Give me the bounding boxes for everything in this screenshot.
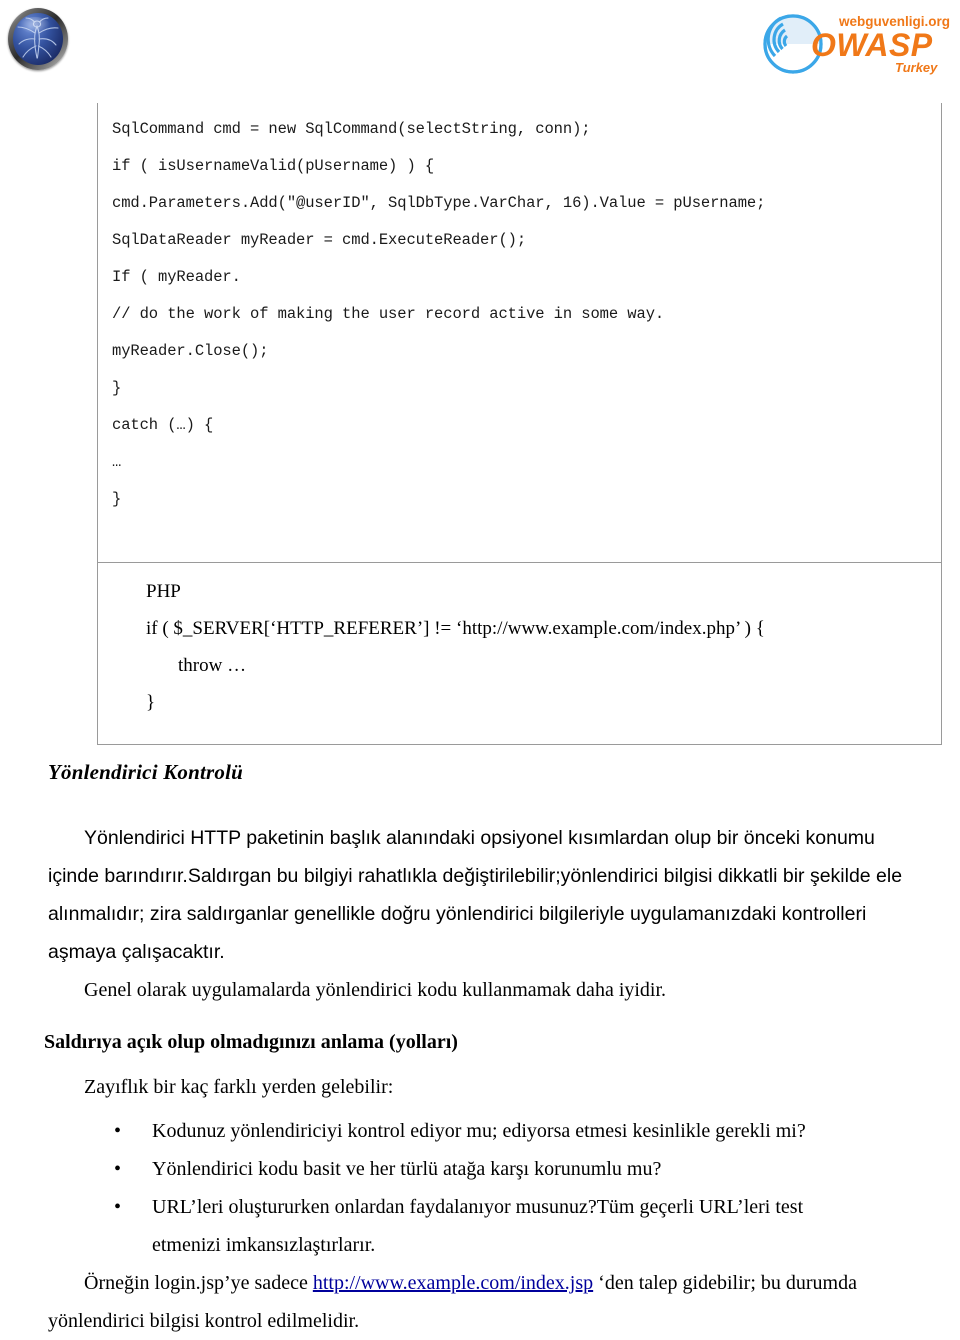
intro-paragraph: Yönlendirici HTTP paketinin başlık alanı…: [0, 819, 960, 971]
code-line: // do the work of making the user record…: [112, 305, 665, 323]
vulnerability-checklist: • Kodunuz yönlendiriciyi kontrol ediyor …: [0, 1112, 960, 1264]
bullet-icon: •: [114, 1158, 122, 1180]
page-title: Yönlendirici Kontrolü: [48, 760, 243, 784]
owasp-globe-logo: [8, 8, 68, 70]
code-line: myReader.Close();: [112, 342, 269, 360]
php-line-close: }: [146, 692, 156, 713]
list-item-label: Yönlendirici kodu basit ve her türlü ata…: [152, 1158, 662, 1180]
list-item-continuation: etmenizi imkansızlaştırlarır.: [108, 1226, 908, 1264]
brand-sub-text: Turkey: [895, 60, 938, 75]
example-url-link[interactable]: http://www.example.com/index.jsp: [313, 1272, 593, 1294]
code-line: }: [112, 379, 122, 397]
bullet-icon: •: [114, 1196, 122, 1218]
list-item: • Kodunuz yönlendiriciyi kontrol ediyor …: [108, 1112, 908, 1150]
code-line: SqlCommand cmd = new SqlCommand(selectSt…: [112, 120, 591, 138]
subsection-title: Saldırıya açık olup olmadıgınızı anlama …: [44, 1031, 458, 1053]
php-code-block: PHP if ( $_SERVER[‘HTTP_REFERER’] != ‘ht…: [97, 563, 942, 745]
csharp-code-block: SqlCommand cmd = new SqlCommand(selectSt…: [97, 103, 942, 563]
logo-globe: [13, 13, 63, 65]
code-line: catch (…) {: [112, 416, 214, 434]
page-header: webguvenligi.org OWASP Turkey: [0, 0, 960, 88]
php-line-throw: throw …: [178, 655, 247, 676]
list-item: • Yönlendirici kodu basit ve her türlü a…: [108, 1150, 908, 1188]
code-line: }: [112, 490, 122, 508]
document-body: Yönlendirici Kontrolü Yönlendirici HTTP …: [0, 760, 960, 1340]
closing-text-before: Örneğin login.jsp’ye sadece: [84, 1272, 313, 1294]
code-line: cmd.Parameters.Add("@userID", SqlDbType.…: [112, 194, 766, 212]
general-advice-paragraph: Genel olarak uygulamalarda yönlendirici …: [84, 979, 667, 1001]
list-item-label: URL’leri oluştururken onlardan faydalanı…: [152, 1196, 804, 1218]
logo-gloss: [19, 16, 50, 35]
owasp-turkey-brand-logo: webguvenligi.org OWASP Turkey: [747, 4, 952, 78]
brand-main-text: OWASP: [811, 27, 933, 63]
list-item-label: etmenizi imkansızlaştırlarır.: [152, 1234, 376, 1256]
closing-paragraph: Örneğin login.jsp’ye sadece http://www.e…: [0, 1264, 960, 1340]
code-line: SqlDataReader myReader = cmd.ExecuteRead…: [112, 231, 527, 249]
brand-logo-artwork: webguvenligi.org OWASP Turkey: [763, 14, 950, 75]
bullet-icon: •: [114, 1120, 122, 1142]
code-line: If ( myReader.: [112, 268, 241, 286]
php-language-label: PHP: [146, 581, 181, 602]
bullets-intro: Zayıflık bir kaç farklı yerden gelebilir…: [84, 1076, 394, 1098]
list-item-label: Kodunuz yönlendiriciyi kontrol ediyor mu…: [152, 1120, 806, 1142]
php-line-if: if ( $_SERVER[‘HTTP_REFERER’] != ‘http:/…: [146, 618, 765, 639]
list-item: • URL’leri oluştururken onlardan faydala…: [108, 1188, 908, 1226]
intro-paragraph-text: Yönlendirici HTTP paketinin başlık alanı…: [48, 827, 903, 963]
code-line: …: [112, 453, 122, 471]
code-line: if ( isUsernameValid(pUsername) ) {: [112, 157, 435, 175]
